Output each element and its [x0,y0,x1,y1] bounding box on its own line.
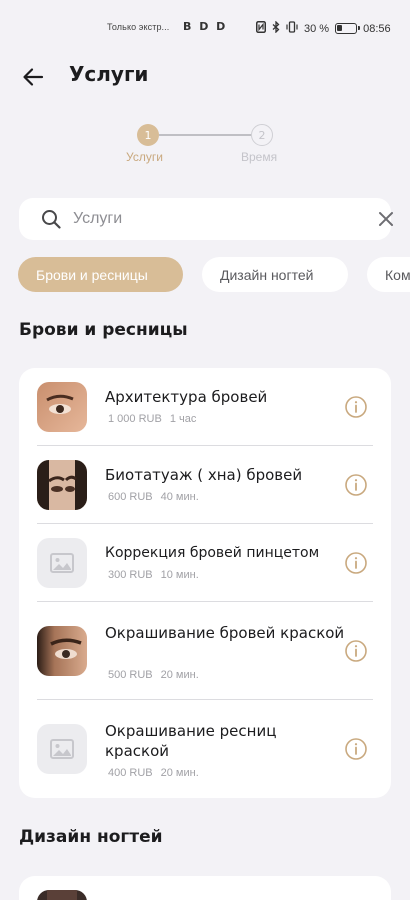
service-duration: 40 мин. [160,491,199,503]
service-row[interactable]: Биотатуаж ( хна) бровей 600 RUB 40 мин. [19,446,391,524]
search-input[interactable] [73,204,353,234]
step-1-label: Услуги [126,150,163,164]
back-button[interactable] [16,60,50,94]
info-icon[interactable] [344,639,368,663]
arrow-left-icon [23,68,44,86]
service-meta: 300 RUB 10 мин. [108,569,199,581]
status-carrier: Только экстр... [107,22,170,32]
info-icon[interactable] [344,473,368,497]
battery-fill [337,25,343,31]
service-name: Окрашивание ресниц краской [105,722,277,760]
image-placeholder-icon [37,538,87,588]
service-duration: 20 мин. [160,767,199,779]
step-2-indicator[interactable]: 2 [251,124,273,146]
nfc-icon [256,21,266,36]
service-price: 500 RUB [108,669,153,681]
service-meta: 1 000 RUB 1 час [108,413,196,425]
step-2-label: Время [241,150,278,164]
service-price: 300 RUB [108,569,153,581]
stepper-connector [159,134,251,136]
status-time: 08:56 [363,22,391,35]
service-meta: 400 RUB 20 мин. [108,767,199,779]
service-name: Биотатуаж ( хна) бровей [105,466,303,484]
battery-icon [335,23,361,34]
service-row[interactable]: Окрашивание бровей краской 500 RUB 20 мин… [19,602,391,700]
step-1-indicator[interactable]: 1 [137,124,159,146]
section-title: Брови и ресницы [19,320,188,340]
chip-nail-design[interactable]: Дизайн ногтей [202,257,348,292]
info-icon[interactable] [344,551,368,575]
service-price: 400 RUB [108,767,153,779]
service-price: 600 RUB [108,491,153,503]
close-icon[interactable] [376,209,396,229]
service-price: 1 000 RUB [108,413,162,425]
services-card: Архитектура бровей 1 000 RUB 1 час Биотат… [19,368,391,798]
status-icons: B D D [183,20,228,33]
service-name: Архитектура бровей [105,388,268,406]
service-meta: 600 RUB 40 мин. [108,491,199,503]
service-photo [37,382,87,432]
search-icon [42,210,61,229]
page-title: Услуги [69,62,149,86]
category-chips: Брови и ресницы Дизайн ногтей Ком [0,257,410,293]
bluetooth-icon [272,20,280,36]
search-bar [19,198,393,240]
service-duration: 1 час [169,413,197,425]
service-photo [37,890,87,900]
service-row[interactable]: Архитектура бровей 1 000 RUB 1 час [19,368,391,446]
status-bar: Только экстр... B D D 30 % 08:56 [0,0,410,58]
service-row[interactable]: Окрашивание ресниц краской 400 RUB 20 мин… [19,700,391,798]
service-row[interactable]: Коррекция бровей пинцетом 300 RUB 10 мин. [19,524,391,602]
chip-brows-lashes[interactable]: Брови и ресницы [18,257,183,292]
booking-stepper: 1 2 Услуги Время [0,124,410,168]
chip-more-category[interactable]: Ком [367,257,410,292]
services-card [19,876,391,900]
service-photo [37,626,87,676]
service-name: Коррекция бровей пинцетом [105,545,320,561]
info-icon[interactable] [344,395,368,419]
service-photo [37,460,87,510]
service-name: Окрашивание бровей краской [105,624,345,642]
service-meta: 500 RUB 20 мин. [108,669,199,681]
status-right: 30 % 08:56 [256,20,391,36]
service-duration: 20 мин. [160,669,199,681]
vibrate-icon [286,21,298,36]
section-title: Дизайн ногтей [19,827,163,847]
service-duration: 10 мин. [160,569,199,581]
info-icon[interactable] [344,737,368,761]
image-placeholder-icon [37,724,87,774]
battery-percent: 30 % [304,22,330,35]
